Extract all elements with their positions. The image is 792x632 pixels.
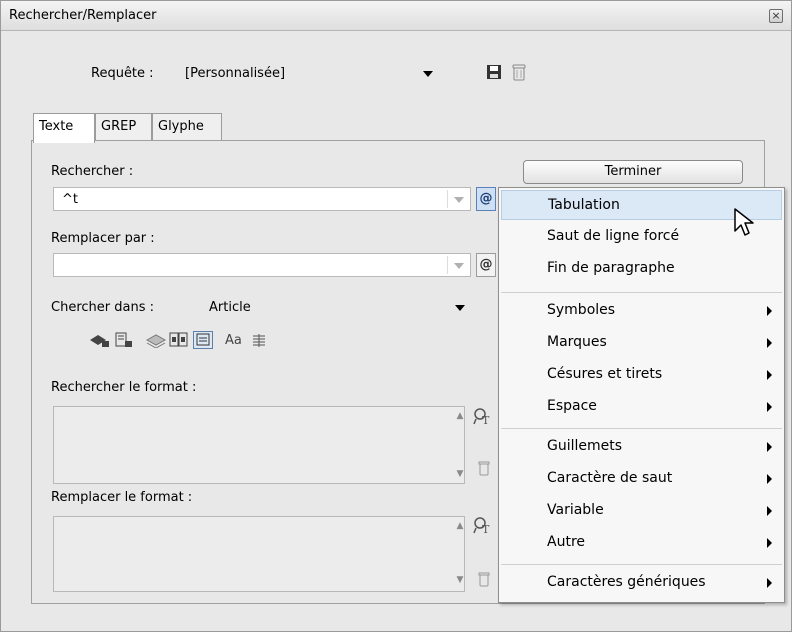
combo-separator (447, 190, 448, 208)
done-button[interactable]: Terminer (523, 160, 743, 184)
menu-item-label: Fin de paragraphe (547, 260, 675, 276)
tab-grep[interactable]: GREP (95, 113, 152, 141)
close-icon[interactable]: × (769, 9, 783, 23)
case-sensitive-icon[interactable]: Aa (225, 333, 242, 351)
find-special-char-button[interactable]: @ (476, 187, 496, 211)
menu-item-variable[interactable]: Variable (499, 496, 784, 526)
special-characters-menu: Tabulation Saut de ligne forcé Fin de pa… (498, 187, 785, 603)
menu-item-label: Césures et tirets (547, 366, 663, 382)
replace-format-box[interactable] (53, 516, 465, 592)
menu-item-label: Symboles (547, 302, 616, 318)
clear-replace-format-icon[interactable] (475, 571, 493, 589)
submenu-arrow-icon (767, 306, 772, 316)
menu-separator (501, 564, 782, 565)
submenu-arrow-icon (767, 506, 772, 516)
menu-item-label: Caractères génériques (547, 574, 706, 590)
search-in-label: Chercher dans : (51, 300, 154, 315)
submenu-arrow-icon (767, 402, 772, 412)
hidden-layers-icon[interactable] (145, 332, 167, 350)
menu-separator (501, 292, 782, 293)
scroll-down-icon[interactable]: ▼ (453, 575, 467, 585)
svg-text:T: T (482, 523, 490, 536)
find-label: Rechercher : (51, 164, 134, 179)
clear-find-format-icon[interactable] (475, 460, 493, 478)
whole-word-icon[interactable] (251, 332, 267, 350)
search-in-dropdown[interactable]: Article (201, 296, 471, 320)
submenu-arrow-icon (767, 474, 772, 484)
locked-layers-icon[interactable] (89, 332, 111, 350)
submenu-arrow-icon (767, 578, 772, 588)
window-title: Rechercher/Remplacer (9, 8, 157, 23)
svg-text:T: T (482, 414, 490, 427)
chevron-down-icon (423, 71, 433, 77)
menu-item-label: Tabulation (548, 197, 620, 213)
tab-glyphe[interactable]: Glyphe (152, 113, 222, 141)
menu-item-other[interactable]: Autre (499, 528, 784, 558)
menu-item-label: Guillemets (547, 438, 623, 454)
menu-item-label: Saut de ligne forcé (547, 228, 680, 244)
menu-item-markers[interactable]: Marques (499, 328, 784, 358)
replace-format-label: Remplacer le format : (51, 490, 193, 505)
mouse-pointer-icon (733, 207, 757, 241)
find-replace-dialog: Rechercher/Remplacer × Requête : [Person… (0, 0, 792, 632)
chevron-down-icon (455, 305, 465, 311)
specify-replace-format-icon[interactable]: T (473, 516, 491, 536)
footnotes-icon[interactable] (193, 331, 213, 349)
find-format-box[interactable] (53, 406, 465, 484)
menu-item-wildcards[interactable]: Caractères génériques (499, 568, 784, 598)
menu-separator (501, 428, 782, 429)
menu-item-label: Espace (547, 398, 597, 414)
menu-item-end-of-paragraph[interactable]: Fin de paragraphe (499, 254, 784, 284)
find-input[interactable]: ^t (53, 187, 471, 211)
query-dropdown[interactable]: [Personnalisée] (177, 62, 439, 86)
scroll-up-icon[interactable]: ▲ (453, 521, 467, 531)
scroll-up-icon[interactable]: ▲ (453, 411, 467, 421)
replace-label: Remplacer par : (51, 231, 155, 246)
query-label: Requête : (91, 66, 154, 81)
title-bar[interactable]: Rechercher/Remplacer × (1, 1, 791, 31)
menu-item-label: Variable (547, 502, 604, 518)
save-query-icon[interactable] (485, 63, 503, 81)
menu-item-white-space[interactable]: Espace (499, 392, 784, 422)
specify-find-format-icon[interactable]: T (473, 407, 491, 427)
menu-item-label: Autre (547, 534, 586, 550)
menu-item-quotation-marks[interactable]: Guillemets (499, 432, 784, 462)
menu-item-label: Marques (547, 334, 607, 350)
submenu-arrow-icon (767, 538, 772, 548)
master-pages-icon[interactable] (169, 332, 189, 350)
submenu-arrow-icon (767, 370, 772, 380)
delete-query-icon[interactable] (511, 63, 527, 81)
chevron-down-icon[interactable] (454, 263, 464, 269)
replace-input[interactable] (53, 253, 471, 277)
menu-item-break-character[interactable]: Caractère de saut (499, 464, 784, 494)
replace-special-char-button[interactable]: @ (476, 253, 496, 277)
submenu-arrow-icon (767, 338, 772, 348)
tab-texte[interactable]: Texte (33, 113, 95, 143)
combo-separator (447, 256, 448, 274)
menu-item-hyphens-dashes[interactable]: Césures et tirets (499, 360, 784, 390)
find-format-label: Rechercher le format : (51, 380, 197, 395)
search-in-value: Article (209, 300, 251, 315)
scroll-down-icon[interactable]: ▼ (453, 469, 467, 479)
chevron-down-icon[interactable] (454, 197, 464, 203)
menu-item-symbols[interactable]: Symboles (499, 296, 784, 326)
menu-item-label: Caractère de saut (547, 470, 673, 486)
find-value: ^t (62, 192, 78, 207)
locked-stories-icon[interactable] (115, 332, 133, 350)
submenu-arrow-icon (767, 442, 772, 452)
query-value: [Personnalisée] (185, 66, 286, 81)
